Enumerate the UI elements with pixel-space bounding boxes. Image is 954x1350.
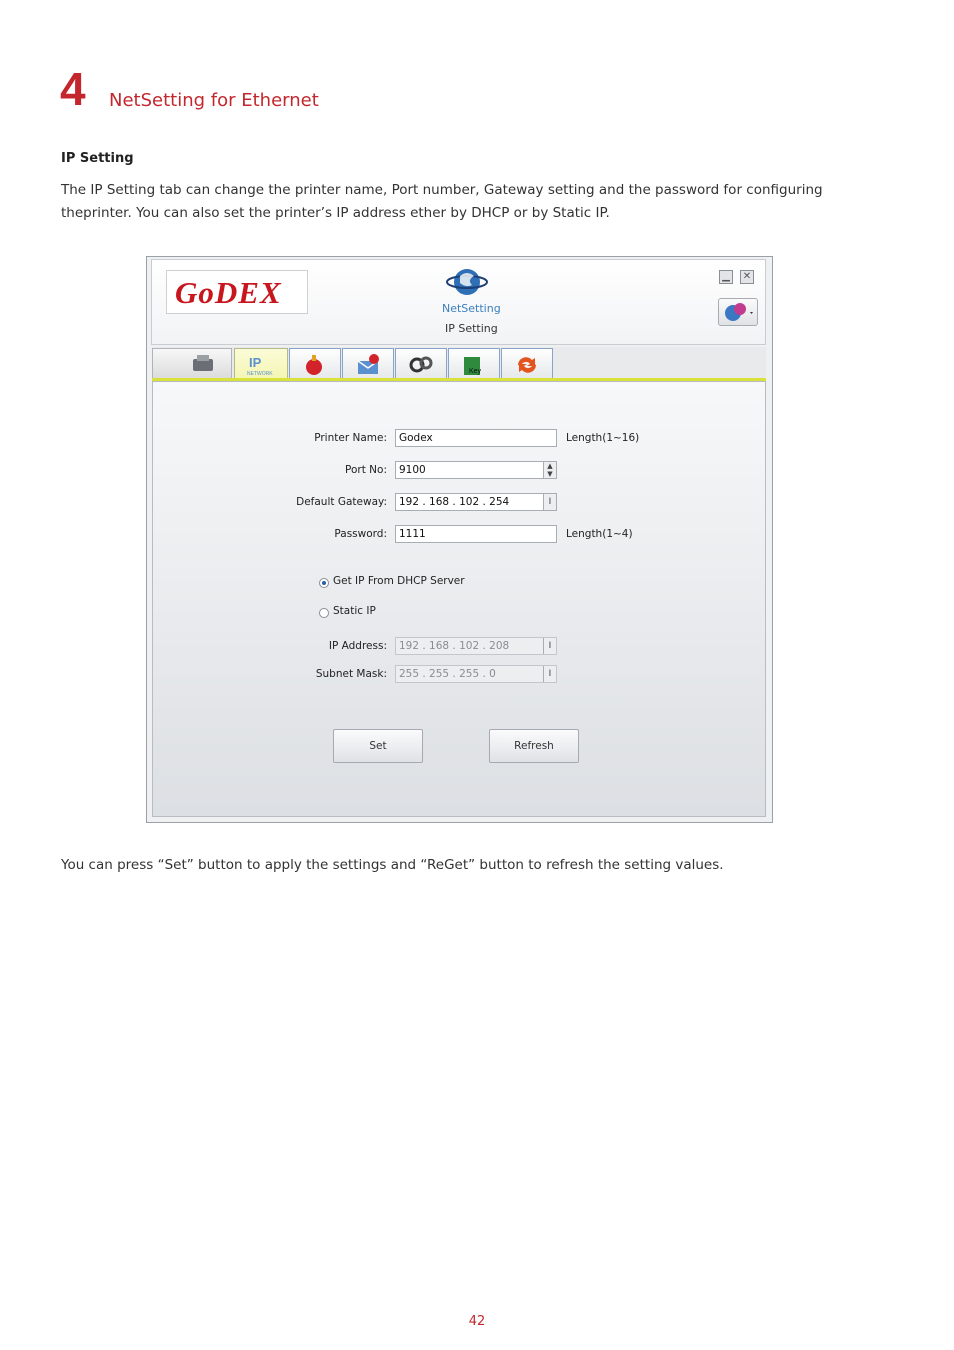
password-label: Password: [334, 528, 387, 540]
printer-icon [193, 355, 213, 371]
password-input[interactable]: 1111 [395, 525, 557, 543]
printer-name-hint: Length(1~16) [566, 432, 640, 444]
network-tab-label: NETWORK [247, 371, 273, 377]
key-tab-label: Key [469, 368, 482, 375]
godex-logo: GoDEX [166, 270, 308, 314]
tab-email[interactable] [342, 348, 394, 378]
chapter-title: NetSetting for Ethernet [109, 90, 319, 111]
intro-paragraph: The IP Setting tab can change the printe… [61, 182, 823, 221]
gears-icon [409, 356, 433, 373]
port-value: 9100 [399, 464, 426, 476]
tab-bar: IP NETWORK Key [152, 347, 766, 381]
close-button[interactable]: ✕ [740, 270, 754, 284]
subnet-mask-value: 255 . 255 . 255 . 0 [399, 668, 496, 680]
tab-settings[interactable] [395, 348, 447, 378]
text-cursor-icon: I [543, 494, 556, 510]
page-number: 42 [468, 1314, 486, 1329]
minimize-icon: ▁ [722, 271, 730, 282]
language-globe-icon [725, 303, 753, 321]
spin-arrows-icon[interactable]: ▲ ▼ [543, 462, 556, 478]
tab-refresh[interactable] [501, 348, 553, 378]
close-icon: ✕ [742, 271, 752, 282]
minimize-button[interactable]: ▁ [719, 270, 733, 284]
refresh-arrows-icon [518, 357, 536, 373]
printer-name-input[interactable]: Godex [395, 429, 557, 447]
alert-bell-icon [306, 355, 322, 375]
tab-network[interactable]: IP NETWORK [234, 348, 288, 378]
app-caption: IP Setting [445, 322, 498, 335]
refresh-button[interactable]: Refresh [489, 729, 579, 763]
ip-address-label: IP Address: [328, 640, 387, 652]
subnet-mask-input[interactable]: 255 . 255 . 255 . 0 I [395, 665, 557, 683]
netsetting-logo-text: NetSetting [442, 302, 501, 315]
port-label: Port No: [345, 464, 387, 476]
email-icon [357, 354, 379, 374]
language-button[interactable] [718, 298, 758, 326]
netsetting-globe-icon [446, 269, 488, 295]
subnet-mask-label: Subnet Mask: [315, 668, 387, 680]
text-cursor-icon: I [543, 666, 556, 682]
static-ip-radio-label: Static IP [333, 605, 376, 617]
ip-address-value: 192 . 168 . 102 . 208 [399, 640, 510, 652]
netsetting-window: GoDEX NetSetting IP Setting ▁ ✕ IP NETWO… [146, 256, 773, 823]
ip-setting-panel: Printer Name: Godex Length(1~16) Port No… [152, 381, 766, 817]
set-button[interactable]: Set [333, 729, 423, 763]
dhcp-radio[interactable] [319, 578, 329, 588]
text-cursor-icon: I [543, 638, 556, 654]
tab-key[interactable]: Key [448, 348, 500, 378]
port-stepper[interactable]: 9100 ▲ ▼ [395, 461, 557, 479]
dhcp-radio-label: Get IP From DHCP Server [333, 575, 465, 587]
svg-text:IP: IP [249, 355, 262, 370]
window-header: GoDEX NetSetting IP Setting ▁ ✕ [151, 259, 766, 345]
gateway-value: 192 . 168 . 102 . 254 [399, 496, 510, 508]
tab-alert[interactable] [289, 348, 341, 378]
chapter-number: 4 [60, 63, 86, 115]
gateway-input[interactable]: 192 . 168 . 102 . 254 I [395, 493, 557, 511]
gateway-label: Default Gateway: [296, 496, 387, 508]
key-icon: Key [464, 357, 482, 375]
printer-name-label: Printer Name: [314, 432, 387, 444]
static-ip-radio[interactable] [319, 608, 329, 618]
body-text: You can press “Set” button to apply the … [61, 857, 724, 873]
ip-network-icon: IP NETWORK [247, 355, 273, 377]
ip-address-input[interactable]: 192 . 168 . 102 . 208 I [395, 637, 557, 655]
password-hint: Length(1~4) [566, 528, 633, 540]
tab-printer[interactable] [152, 348, 232, 378]
section-heading: IP Setting [61, 151, 134, 166]
